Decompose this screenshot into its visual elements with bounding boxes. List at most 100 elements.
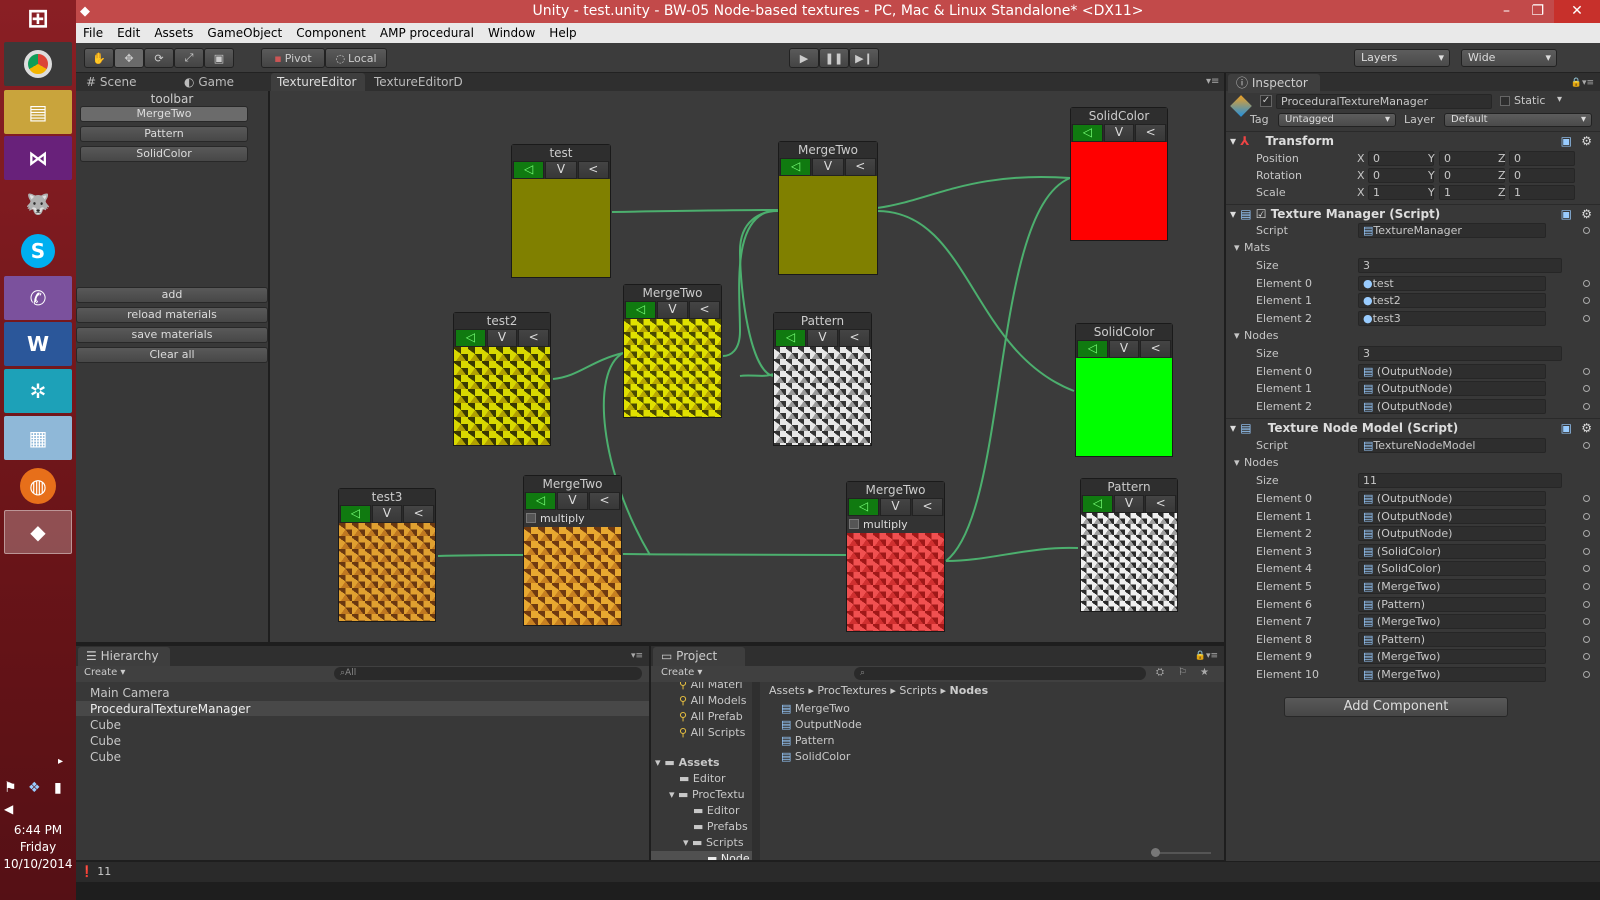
element-field[interactable]: ▤ (OutputNode) <box>1358 399 1546 414</box>
tnm-size-field[interactable]: 11 <box>1358 473 1562 488</box>
rotation-z-field[interactable]: 0 <box>1509 168 1575 183</box>
position-y-field[interactable]: 0 <box>1439 151 1505 166</box>
hierarchy-create-dropdown[interactable]: Create ▾ <box>84 667 125 678</box>
add-button[interactable]: add <box>76 287 268 303</box>
tray-dropbox-icon[interactable]: ❖ <box>28 780 41 796</box>
menu-gameobject[interactable]: GameObject <box>200 26 289 40</box>
pivot-button[interactable]: ▪ Pivot <box>261 48 325 68</box>
object-picker-icon[interactable] <box>1583 565 1590 573</box>
panel-menu-icon[interactable]: ▾≡ <box>1206 76 1219 87</box>
favorite-item[interactable]: ⚲ All Models <box>679 694 746 707</box>
object-picker-icon[interactable] <box>1583 583 1590 590</box>
icon-size-slider[interactable] <box>1151 848 1211 857</box>
file-item[interactable]: ▤ OutputNode <box>781 718 862 731</box>
viber-icon[interactable]: ✆ <box>4 276 72 320</box>
multiply-checkbox[interactable] <box>849 519 859 529</box>
element-field[interactable]: ▤ (OutputNode) <box>1358 491 1546 506</box>
output-button[interactable]: ◁ <box>513 161 545 179</box>
object-picker-icon[interactable] <box>1583 315 1590 322</box>
save-materials-button[interactable]: save materials <box>76 327 268 343</box>
toggle-button[interactable]: V <box>545 161 577 179</box>
tab-texture-editor-d[interactable]: TextureEditorD <box>368 73 468 91</box>
node-solidcolor-red[interactable]: SolidColor ◁ V < <box>1070 107 1168 241</box>
file-item[interactable]: ▤ SolidColor <box>781 750 850 763</box>
tree-proctextures[interactable]: ▾ ▬ ProcTextu <box>669 788 745 801</box>
toggle-button[interactable]: V <box>1113 495 1145 513</box>
mats-size-field[interactable]: 3 <box>1358 258 1562 273</box>
scale-tool-icon[interactable]: ⤢ <box>174 48 204 68</box>
collapse-button[interactable]: < <box>844 158 876 176</box>
rotation-y-field[interactable]: 0 <box>1439 168 1505 183</box>
collapse-button[interactable]: < <box>689 301 720 319</box>
object-picker-icon[interactable] <box>1583 618 1590 626</box>
help-icon[interactable]: ▣ <box>1561 419 1572 438</box>
tree-scripts[interactable]: ▾ ▬ Scripts <box>683 836 744 849</box>
clear-all-button[interactable]: Clear all <box>76 347 268 363</box>
rect-tool-icon[interactable]: ▣ <box>204 48 234 68</box>
element-field[interactable]: ▤ (MergeTwo) <box>1358 614 1546 630</box>
scale-z-field[interactable]: 1 <box>1509 185 1575 200</box>
output-button[interactable]: ◁ <box>775 329 806 347</box>
object-picker-icon[interactable] <box>1583 280 1590 287</box>
menu-component[interactable]: Component <box>289 26 373 40</box>
panel-menu-icon[interactable]: ▾≡ <box>631 651 643 661</box>
hand-tool-icon[interactable]: ✋ <box>84 48 114 68</box>
menu-window[interactable]: Window <box>481 26 542 40</box>
menu-file[interactable]: File <box>76 26 110 40</box>
tab-scene[interactable]: # Scene <box>80 73 136 91</box>
collapse-button[interactable]: < <box>912 498 943 516</box>
collapse-button[interactable]: < <box>518 329 550 347</box>
output-button[interactable]: ◁ <box>455 329 486 347</box>
output-button[interactable]: ◁ <box>525 492 556 510</box>
menu-help[interactable]: Help <box>542 26 583 40</box>
tag-dropdown[interactable]: Untagged <box>1278 113 1396 127</box>
breadcrumb-item-current[interactable]: Nodes <box>950 684 989 697</box>
toggle-button[interactable]: V <box>812 158 844 176</box>
toggle-button[interactable]: V <box>1108 340 1140 358</box>
element-field[interactable]: ▤ (MergeTwo) <box>1358 667 1546 682</box>
tab-project[interactable]: ▭ Project <box>653 647 745 666</box>
element-field[interactable]: ▤ (OutputNode) <box>1358 526 1546 542</box>
node-mergetwo-multiply[interactable]: MergeTwo ◁ V < multiply <box>523 475 622 626</box>
toggle-button[interactable]: V <box>807 329 838 347</box>
node-test[interactable]: test ◁ V < <box>511 144 611 278</box>
favorite-item[interactable]: ⚲ All Prefab <box>679 710 743 723</box>
project-search-input[interactable]: ⌕ <box>854 667 1146 680</box>
object-picker-icon[interactable] <box>1583 600 1590 608</box>
pause-icon[interactable]: ❚❚ <box>819 48 849 68</box>
filter-label-icon[interactable]: ⚐ <box>1178 667 1187 678</box>
toggle-button[interactable]: V <box>371 505 403 523</box>
chrome-icon[interactable] <box>4 42 72 86</box>
clock-date[interactable]: 10/10/2014 <box>0 856 76 873</box>
word-icon[interactable]: W <box>4 322 72 366</box>
object-picker-icon[interactable] <box>1583 403 1590 410</box>
rotation-x-field[interactable]: 0 <box>1368 168 1434 183</box>
collapse-button[interactable]: < <box>577 161 609 179</box>
texture-node-model-header[interactable]: ▾ ▤ Texture Node Model (Script) ▣ ⚙ <box>1226 418 1600 437</box>
node-mergetwo-red-multiply[interactable]: MergeTwo ◁ V < multiply <box>846 481 945 632</box>
script-field[interactable]: ▤TextureNodeModel <box>1358 438 1546 453</box>
node-pattern[interactable]: Pattern ◁ V < <box>773 312 872 446</box>
menu-assets[interactable]: Assets <box>147 26 200 40</box>
play-icon[interactable]: ▶ <box>789 48 819 68</box>
collapse-button[interactable]: < <box>1145 495 1177 513</box>
collapse-button[interactable]: < <box>403 505 435 523</box>
tab-hierarchy[interactable]: ☰ Hierarchy <box>78 647 170 666</box>
tree-editor-sub[interactable]: ▬ Editor <box>693 804 739 817</box>
collapse-button[interactable]: < <box>1140 340 1172 358</box>
hierarchy-item-cube[interactable]: Cube <box>90 734 121 748</box>
active-checkbox[interactable]: ✓ <box>1260 95 1272 107</box>
multiply-toggle[interactable]: multiply <box>847 516 944 533</box>
object-picker-icon[interactable] <box>1583 227 1590 234</box>
object-picker-icon[interactable] <box>1583 547 1590 555</box>
position-z-field[interactable]: 0 <box>1509 151 1575 166</box>
element-field[interactable]: ▤ (SolidColor) <box>1358 561 1546 577</box>
minimize-icon[interactable]: – <box>1503 0 1510 23</box>
file-explorer-icon[interactable]: ▤ <box>4 90 72 134</box>
object-picker-icon[interactable] <box>1583 442 1590 449</box>
node-solidcolor-green[interactable]: SolidColor ◁ V < <box>1075 323 1173 457</box>
help-icon[interactable]: ▣ <box>1561 132 1572 151</box>
toggle-button[interactable]: V <box>557 492 588 510</box>
nodes-size-field[interactable]: 3 <box>1358 346 1562 361</box>
layout-dropdown[interactable]: Wide <box>1461 49 1557 67</box>
